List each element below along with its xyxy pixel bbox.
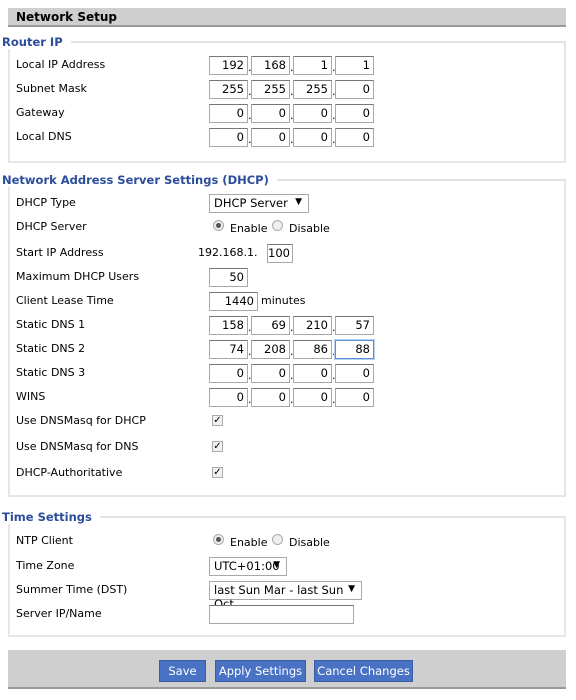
router-ip-legend: Router IP bbox=[2, 35, 71, 49]
start-ip-input[interactable]: 100 bbox=[267, 244, 293, 263]
dhcp-legend: Network Address Server Settings (DHCP) bbox=[2, 173, 277, 187]
max-users-label: Maximum DHCP Users bbox=[16, 270, 140, 283]
dst-select[interactable]: last Sun Mar - last Sun Oct ▼ bbox=[209, 581, 362, 611]
lease-time-input[interactable]: 1440 bbox=[209, 292, 258, 311]
static-dns-1-label: Static DNS 1 bbox=[16, 318, 86, 331]
page-title: Network Setup bbox=[8, 8, 566, 27]
dnsmasq-dns-checkbox[interactable]: ✓ bbox=[212, 441, 223, 452]
ntp-client-enable-label: Enable bbox=[230, 536, 268, 549]
subnet-mask-octet-4[interactable]: 0 bbox=[335, 80, 374, 99]
dnsmasq-dhcp-label: Use DNSMasq for DHCP bbox=[16, 414, 146, 427]
dhcp-type-select-value: DHCP Server bbox=[214, 196, 288, 210]
subnet-mask-octet-1[interactable]: 255 bbox=[209, 80, 248, 99]
static-dns-2-octet-3[interactable]: 86 bbox=[293, 340, 332, 359]
gateway-octet-3[interactable]: 0 bbox=[293, 104, 332, 123]
dhcp-server-disable-label: Disable bbox=[289, 222, 330, 235]
wins-octet-2[interactable]: 0 bbox=[251, 388, 290, 407]
time-zone-select[interactable]: UTC+01:00 ▼ bbox=[209, 557, 287, 576]
wins-octet-4[interactable]: 0 bbox=[335, 388, 374, 407]
local-ip-label: Local IP Address bbox=[16, 58, 106, 71]
local-ip-octet-4[interactable]: 1 bbox=[335, 56, 374, 75]
dhcp-type-label: DHCP Type bbox=[16, 196, 76, 209]
dhcp-server-disable-radio[interactable] bbox=[272, 220, 283, 231]
time-zone-select-value: UTC+01:00 bbox=[214, 559, 280, 573]
local-dns-octet-2[interactable]: 0 bbox=[251, 128, 290, 147]
local-dns-octet-3[interactable]: 0 bbox=[293, 128, 332, 147]
subnet-mask-octet-3[interactable]: 255 bbox=[293, 80, 332, 99]
static-dns-2-octet-2[interactable]: 208 bbox=[251, 340, 290, 359]
static-dns-3-octet-2[interactable]: 0 bbox=[251, 364, 290, 383]
chevron-down-icon: ▼ bbox=[348, 584, 355, 594]
wins-label: WINS bbox=[16, 390, 46, 403]
gateway-octet-4[interactable]: 0 bbox=[335, 104, 374, 123]
wins-octet-3[interactable]: 0 bbox=[293, 388, 332, 407]
dhcp-server-enable-label: Enable bbox=[230, 222, 268, 235]
static-dns-1-octet-1[interactable]: 158 bbox=[209, 316, 248, 335]
start-ip-label: Start IP Address bbox=[16, 246, 104, 259]
ntp-client-label: NTP Client bbox=[16, 534, 73, 547]
chevron-down-icon: ▼ bbox=[273, 560, 280, 570]
time-legend: Time Settings bbox=[2, 510, 100, 524]
gateway-label: Gateway bbox=[16, 106, 65, 119]
subnet-mask-octet-2[interactable]: 255 bbox=[251, 80, 290, 99]
static-dns-1-octet-3[interactable]: 210 bbox=[293, 316, 332, 335]
lease-time-label: Client Lease Time bbox=[16, 294, 114, 307]
dhcp-server-label: DHCP Server bbox=[16, 220, 87, 233]
static-dns-1-octet-2[interactable]: 69 bbox=[251, 316, 290, 335]
time-zone-label: Time Zone bbox=[16, 559, 75, 572]
static-dns-1-octet-4[interactable]: 57 bbox=[335, 316, 374, 335]
server-ip-label: Server IP/Name bbox=[16, 607, 102, 620]
static-dns-2-octet-4[interactable]: 88 bbox=[335, 340, 374, 359]
local-dns-octet-1[interactable]: 0 bbox=[209, 128, 248, 147]
apply-settings-button[interactable]: Apply Settings bbox=[215, 660, 306, 682]
subnet-mask-label: Subnet Mask bbox=[16, 82, 87, 95]
wins-octet-1[interactable]: 0 bbox=[209, 388, 248, 407]
dhcp-authoritative-checkbox[interactable]: ✓ bbox=[212, 467, 223, 478]
static-dns-3-octet-4[interactable]: 0 bbox=[335, 364, 374, 383]
server-ip-input[interactable] bbox=[209, 605, 354, 624]
dhcp-server-enable-radio[interactable] bbox=[213, 220, 224, 231]
dnsmasq-dns-label: Use DNSMasq for DNS bbox=[16, 440, 139, 453]
static-dns-3-octet-3[interactable]: 0 bbox=[293, 364, 332, 383]
max-users-input[interactable]: 50 bbox=[209, 268, 248, 287]
gateway-octet-1[interactable]: 0 bbox=[209, 104, 248, 123]
dst-label: Summer Time (DST) bbox=[16, 583, 128, 596]
cancel-changes-button[interactable]: Cancel Changes bbox=[314, 660, 413, 682]
ntp-client-disable-radio[interactable] bbox=[272, 534, 283, 545]
start-ip-prefix: 192.168.1. bbox=[198, 246, 258, 259]
save-button[interactable]: Save bbox=[159, 660, 206, 682]
dnsmasq-dhcp-checkbox[interactable]: ✓ bbox=[212, 415, 223, 426]
gateway-octet-2[interactable]: 0 bbox=[251, 104, 290, 123]
static-dns-2-label: Static DNS 2 bbox=[16, 342, 86, 355]
local-dns-label: Local DNS bbox=[16, 130, 72, 143]
lease-unit: minutes bbox=[261, 294, 306, 307]
ntp-client-enable-radio[interactable] bbox=[213, 534, 224, 545]
ntp-client-disable-label: Disable bbox=[289, 536, 330, 549]
static-dns-3-octet-1[interactable]: 0 bbox=[209, 364, 248, 383]
local-ip-octet-2[interactable]: 168 bbox=[251, 56, 290, 75]
dhcp-authoritative-label: DHCP-Authoritative bbox=[16, 466, 123, 479]
dhcp-type-select[interactable]: DHCP Server ▼ bbox=[209, 194, 309, 213]
local-ip-octet-3[interactable]: 1 bbox=[293, 56, 332, 75]
chevron-down-icon: ▼ bbox=[295, 197, 302, 207]
local-ip-octet-1[interactable]: 192 bbox=[209, 56, 248, 75]
static-dns-3-label: Static DNS 3 bbox=[16, 366, 86, 379]
static-dns-2-octet-1[interactable]: 74 bbox=[209, 340, 248, 359]
local-dns-octet-4[interactable]: 0 bbox=[335, 128, 374, 147]
